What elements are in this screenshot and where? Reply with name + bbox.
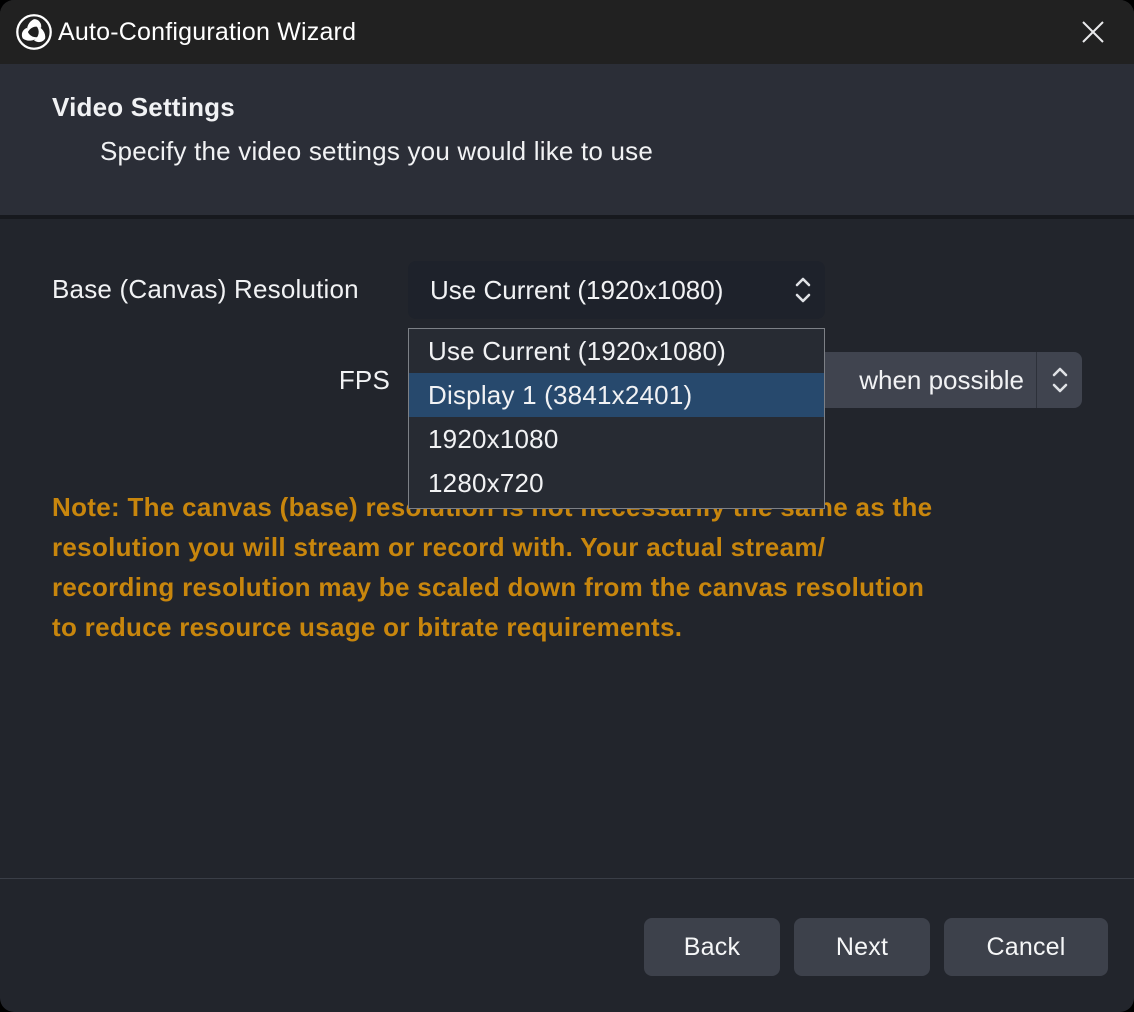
auto-config-wizard-dialog: Auto-Configuration Wizard Video Settings…: [0, 0, 1134, 1012]
cancel-button[interactable]: Cancel: [944, 918, 1108, 976]
next-button[interactable]: Next: [794, 918, 930, 976]
base-resolution-select[interactable]: Use Current (1920x1080): [408, 261, 825, 319]
note-line: recording resolution may be scaled down …: [52, 567, 932, 607]
dropdown-item[interactable]: 1920x1080: [409, 417, 824, 461]
chevron-up-down-icon: [1036, 352, 1082, 408]
note-line: to reduce resource usage or bitrate requ…: [52, 607, 932, 647]
titlebar[interactable]: Auto-Configuration Wizard: [0, 0, 1134, 64]
window-title: Auto-Configuration Wizard: [58, 0, 356, 64]
back-button[interactable]: Back: [644, 918, 780, 976]
page-title: Video Settings: [52, 92, 235, 123]
fps-value: when possible: [859, 352, 1024, 408]
dropdown-item[interactable]: Display 1 (3841x2401): [409, 373, 824, 417]
page-header: Video Settings Specify the video setting…: [0, 64, 1134, 215]
canvas-note: Note: The canvas (base) resolution is no…: [52, 487, 932, 647]
footer-divider: [0, 878, 1134, 879]
close-button[interactable]: [1074, 13, 1112, 51]
note-line: resolution you will stream or record wit…: [52, 527, 932, 567]
base-resolution-label: Base (Canvas) Resolution: [52, 274, 359, 305]
chevron-up-down-icon: [794, 276, 812, 304]
dropdown-item[interactable]: 1280x720: [409, 461, 824, 505]
base-resolution-dropdown: Use Current (1920x1080) Display 1 (3841x…: [408, 328, 825, 509]
dropdown-item[interactable]: Use Current (1920x1080): [409, 329, 824, 373]
close-icon: [1080, 19, 1106, 45]
fps-label: FPS: [52, 365, 390, 396]
header-divider: [0, 215, 1134, 219]
base-resolution-value: Use Current (1920x1080): [430, 261, 723, 319]
page-subtitle: Specify the video settings you would lik…: [100, 136, 653, 167]
obs-logo-icon: [15, 13, 53, 51]
